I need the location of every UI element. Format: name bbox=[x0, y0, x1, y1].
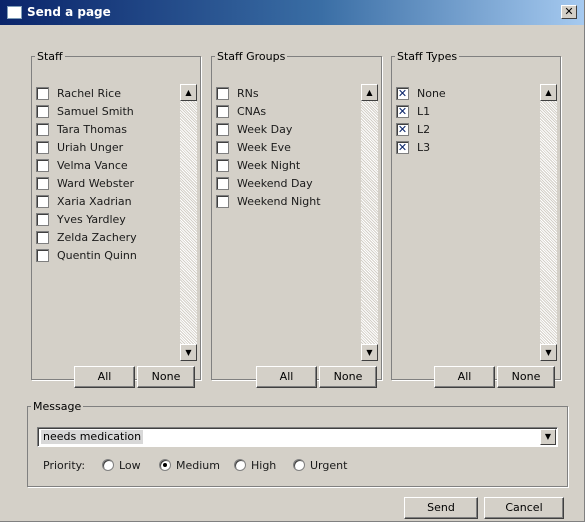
checkbox[interactable] bbox=[36, 195, 49, 208]
scroll-up-icon[interactable]: ▲ bbox=[180, 84, 197, 101]
staff-legend: Staff bbox=[37, 50, 63, 63]
staff-group: Staff Rachel Rice Samuel Smith Tara Thomas… bbox=[31, 50, 201, 388]
close-icon: ✕ bbox=[564, 5, 574, 18]
staff-groups-scrollbar[interactable]: ▲ ▼ bbox=[361, 84, 378, 361]
scroll-down-icon[interactable]: ▼ bbox=[540, 344, 557, 361]
list-item-label: Yves Yardley bbox=[57, 213, 126, 226]
checkbox[interactable]: ✕ bbox=[396, 105, 409, 118]
list-item-label: Week Night bbox=[237, 159, 301, 172]
list-item-label: Xaria Xadrian bbox=[57, 195, 132, 208]
checkbox[interactable] bbox=[36, 105, 49, 118]
staff-groups-all-button[interactable]: All bbox=[256, 366, 317, 388]
checkbox[interactable] bbox=[36, 177, 49, 190]
list-item-label: Rachel Rice bbox=[57, 87, 121, 100]
staff-groups-none-button[interactable]: None bbox=[319, 366, 377, 388]
send-button[interactable]: Send bbox=[404, 497, 478, 519]
list-item-label: Quentin Quinn bbox=[57, 249, 137, 262]
staff-scrollbar[interactable]: ▲ ▼ bbox=[180, 84, 197, 361]
checkbox[interactable] bbox=[216, 123, 229, 136]
checkbox[interactable]: ✕ bbox=[396, 123, 409, 136]
staff-all-button[interactable]: All bbox=[74, 366, 135, 388]
priority-label: Priority: bbox=[43, 459, 86, 472]
list-item-label: Zelda Zachery bbox=[57, 231, 137, 244]
list-item-label: Velma Vance bbox=[57, 159, 128, 172]
list-item-label: Week Day bbox=[237, 123, 293, 136]
checkbox[interactable] bbox=[36, 141, 49, 154]
scroll-up-icon[interactable]: ▲ bbox=[361, 84, 378, 101]
checkbox[interactable]: ✕ bbox=[396, 87, 409, 100]
checkbox[interactable] bbox=[216, 159, 229, 172]
list-item-label: Uriah Unger bbox=[57, 141, 124, 154]
message-legend: Message bbox=[33, 400, 82, 413]
list-item-label: Tara Thomas bbox=[57, 123, 128, 136]
checkbox[interactable] bbox=[36, 87, 49, 100]
list-item-label: Ward Webster bbox=[57, 177, 135, 190]
checkbox[interactable] bbox=[36, 249, 49, 262]
send-page-dialog: Send a page ✕ Staff Rachel Rice Samuel Sm… bbox=[0, 0, 585, 522]
radio-button-icon[interactable] bbox=[234, 459, 246, 471]
list-item-label: CNAs bbox=[237, 105, 267, 118]
priority-high-label: High bbox=[251, 459, 277, 472]
radio-button-icon[interactable] bbox=[159, 459, 171, 471]
checkbox[interactable] bbox=[36, 159, 49, 172]
message-input[interactable]: needs medication bbox=[41, 430, 144, 444]
staff-types-group: Staff Types ✕ None ✕ L1 ✕ L2 ✕ L3 ▲ ▼ All None bbox=[391, 50, 561, 388]
scroll-down-icon[interactable]: ▼ bbox=[180, 344, 197, 361]
staff-none-button[interactable]: None bbox=[137, 366, 195, 388]
list-item-label: Week Eve bbox=[237, 141, 291, 154]
window-title: Send a page bbox=[27, 5, 111, 19]
scroll-up-icon[interactable]: ▲ bbox=[540, 84, 557, 101]
staff-types-legend: Staff Types bbox=[397, 50, 458, 63]
checkbox[interactable] bbox=[216, 195, 229, 208]
priority-low-label: Low bbox=[119, 459, 141, 472]
list-item-label: Weekend Day bbox=[237, 177, 313, 190]
cancel-button[interactable]: Cancel bbox=[484, 497, 564, 519]
window-icon bbox=[7, 6, 22, 19]
list-item-label: RNs bbox=[237, 87, 259, 100]
checkbox[interactable]: ✕ bbox=[396, 141, 409, 154]
list-item-label: Weekend Night bbox=[237, 195, 321, 208]
checkbox[interactable] bbox=[36, 213, 49, 226]
staff-groups-group: Staff Groups RNs CNAs Week Day Week Eve Week… bbox=[211, 50, 382, 388]
message-combobox[interactable]: needs medication ▼ bbox=[37, 427, 558, 447]
list-item-label: L1 bbox=[417, 105, 431, 118]
radio-button-icon[interactable] bbox=[102, 459, 114, 471]
checkbox[interactable] bbox=[36, 123, 49, 136]
staff-groups-legend: Staff Groups bbox=[217, 50, 286, 63]
list-item-label: None bbox=[417, 87, 446, 100]
scroll-down-icon[interactable]: ▼ bbox=[361, 344, 378, 361]
checkbox[interactable] bbox=[216, 177, 229, 190]
list-item-label: L3 bbox=[417, 141, 431, 154]
checkbox[interactable] bbox=[216, 105, 229, 118]
checkbox[interactable] bbox=[36, 231, 49, 244]
priority-urgent-label: Urgent bbox=[310, 459, 348, 472]
checkbox[interactable] bbox=[216, 141, 229, 154]
list-item-label: Samuel Smith bbox=[57, 105, 134, 118]
checkbox[interactable] bbox=[216, 87, 229, 100]
title-bar[interactable]: Send a page ✕ bbox=[0, 0, 584, 25]
priority-medium-label: Medium bbox=[176, 459, 220, 472]
staff-types-scrollbar[interactable]: ▲ ▼ bbox=[540, 84, 557, 361]
staff-types-all-button[interactable]: All bbox=[434, 366, 495, 388]
close-button[interactable]: ✕ bbox=[561, 5, 577, 19]
chevron-down-icon[interactable]: ▼ bbox=[540, 429, 556, 445]
list-item-label: L2 bbox=[417, 123, 431, 136]
radio-button-icon[interactable] bbox=[293, 459, 305, 471]
staff-types-none-button[interactable]: None bbox=[497, 366, 555, 388]
